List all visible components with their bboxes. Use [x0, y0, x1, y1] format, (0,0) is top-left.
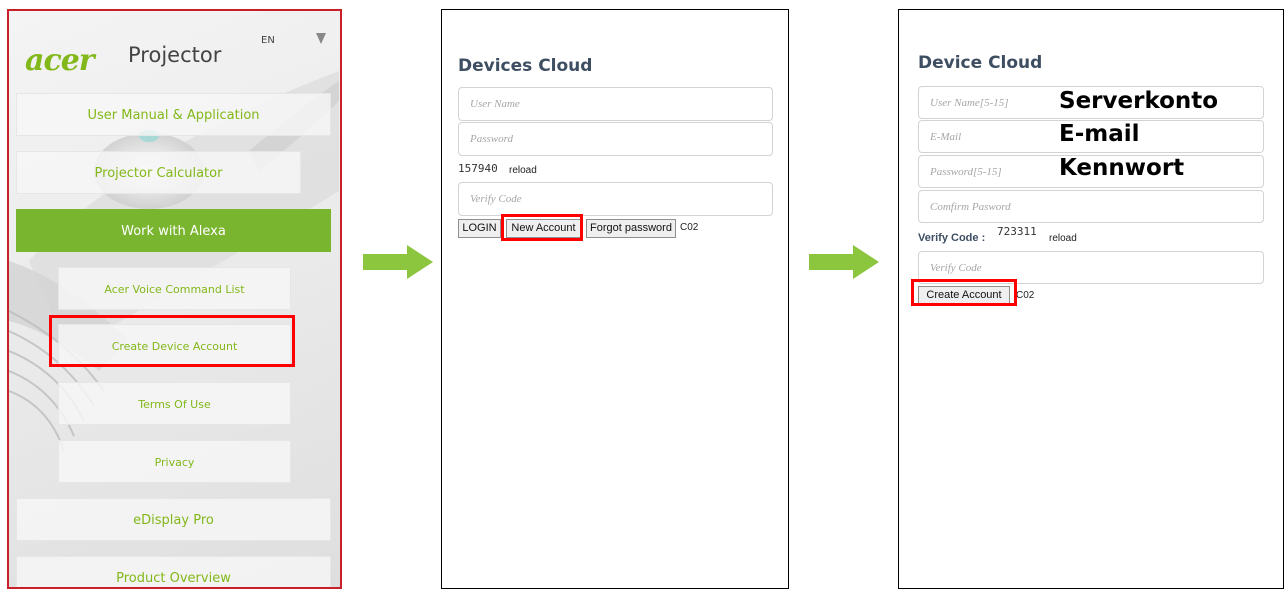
- forgot-password-button[interactable]: Forgot password: [586, 219, 676, 238]
- version-code: C02: [1016, 290, 1035, 301]
- arrow-right-icon: [363, 245, 433, 279]
- reload-captcha-link[interactable]: reload: [509, 165, 537, 176]
- verify-code-label: Verify Code :: [918, 232, 986, 244]
- menu-privacy[interactable]: Privacy: [58, 440, 291, 483]
- confirm-password-input[interactable]: [918, 190, 1264, 223]
- devices-cloud-login-panel: Devices Cloud 157940 reload LOGIN New Ac…: [441, 9, 789, 589]
- captcha-image: 723311: [997, 225, 1037, 238]
- page-title: Device Cloud: [918, 53, 1043, 73]
- username-input[interactable]: [458, 87, 773, 121]
- page-title: Devices Cloud: [458, 56, 593, 76]
- highlight-new-account: [501, 214, 583, 241]
- menu-product-overview[interactable]: Product Overview: [16, 556, 331, 587]
- acer-logo: acer: [25, 43, 95, 78]
- language-dropdown-icon[interactable]: [316, 33, 326, 44]
- language-selector[interactable]: EN: [261, 35, 275, 46]
- arrow-right-icon: [809, 245, 879, 279]
- menu-acer-voice-command-list[interactable]: Acer Voice Command List: [58, 267, 291, 310]
- captcha-image: 157940: [458, 162, 498, 175]
- app-title: Projector: [128, 43, 222, 67]
- annotation-password: Kennwort: [1059, 155, 1185, 181]
- menu-projector-calculator[interactable]: Projector Calculator: [16, 151, 301, 194]
- menu-user-manual[interactable]: User Manual & Application: [16, 93, 331, 136]
- login-button[interactable]: LOGIN: [458, 219, 501, 238]
- acer-projector-app-panel: acer Projector EN User Manual & Applicat…: [7, 9, 342, 589]
- highlight-create-device-account: [49, 315, 295, 367]
- annotation-username: Serverkonto: [1059, 88, 1219, 114]
- password-input[interactable]: [458, 122, 773, 156]
- menu-work-with-alexa[interactable]: Work with Alexa: [16, 209, 331, 252]
- menu-edisplay-pro[interactable]: eDisplay Pro: [16, 498, 331, 541]
- menu-terms-of-use[interactable]: Terms Of Use: [58, 382, 291, 425]
- reload-captcha-link[interactable]: reload: [1049, 233, 1077, 244]
- version-code: C02: [680, 222, 699, 233]
- verify-code-input[interactable]: [458, 182, 773, 216]
- annotation-email: E-mail: [1059, 121, 1140, 147]
- highlight-create-account: [911, 279, 1017, 306]
